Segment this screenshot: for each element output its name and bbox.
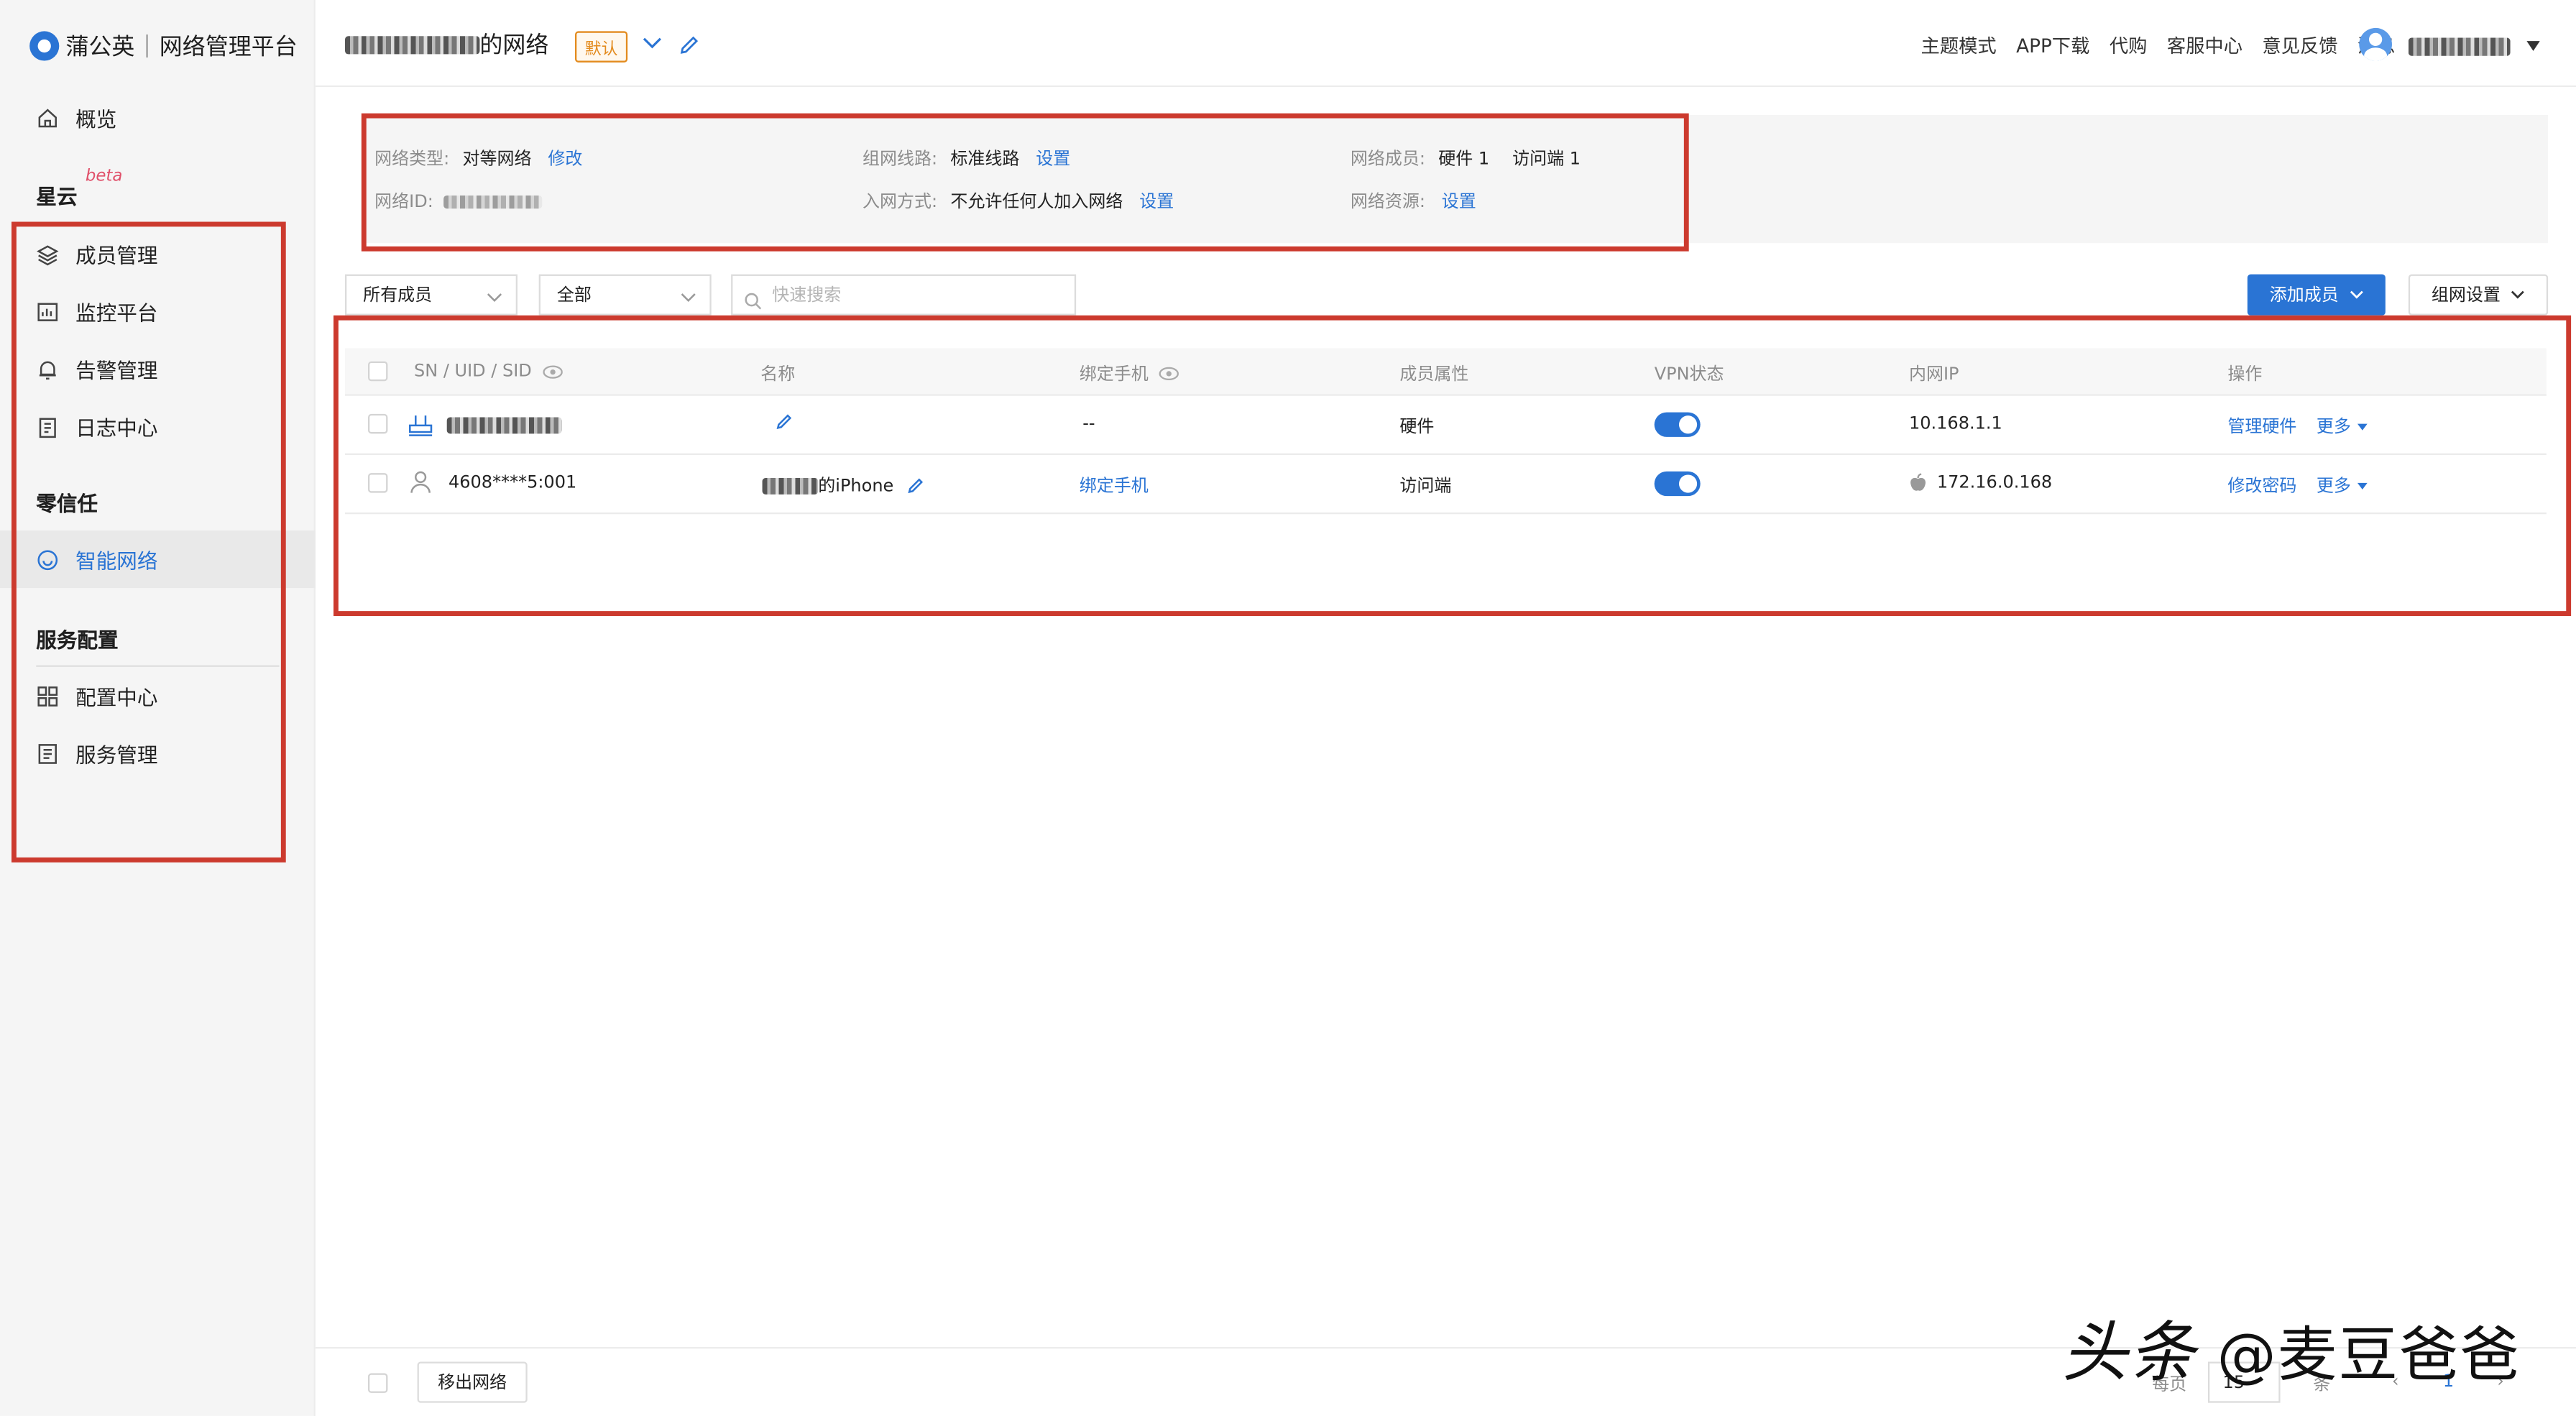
chevron-down-icon — [487, 289, 503, 308]
logo-name: 蒲公英 — [65, 34, 135, 61]
network-title-suffix: 的网络 — [479, 32, 549, 60]
link-purchase[interactable]: 代购 — [2110, 33, 2148, 60]
footer-select-all-checkbox[interactable] — [367, 1373, 388, 1393]
home-icon — [36, 106, 59, 129]
chevron-down-icon — [2349, 290, 2363, 299]
info-highlight-box — [361, 113, 1689, 252]
link-theme-mode[interactable]: 主题模式 — [1921, 33, 1997, 60]
beta-badge: beta — [85, 167, 123, 186]
section-heading-star: 星云 — [36, 183, 78, 209]
select-value: 全部 — [556, 285, 592, 306]
edit-icon[interactable] — [678, 31, 700, 62]
logo-subtitle: 网络管理平台 — [159, 34, 298, 61]
search-input[interactable] — [731, 274, 1077, 316]
search-icon — [744, 286, 762, 317]
watermark-handle: @麦豆爸爸 — [2217, 1322, 2521, 1390]
button-label: 组网设置 — [2431, 285, 2501, 306]
redacted-username[interactable] — [2408, 37, 2511, 56]
network-title: 的网络 — [344, 28, 549, 61]
app-logo[interactable]: 蒲公英 网络管理平台 — [29, 28, 298, 64]
chevron-down-icon[interactable] — [640, 29, 663, 60]
button-label: 移出网络 — [438, 1373, 507, 1393]
sidebar-item-overview[interactable]: 概览 — [0, 88, 316, 146]
remove-from-network-button[interactable]: 移出网络 — [417, 1361, 528, 1403]
avatar[interactable] — [2359, 27, 2392, 61]
top-bar: 的网络 默认 主题模式 APP下载 代购 客服中心 意见反馈 消息 — [315, 0, 2576, 88]
default-badge: 默认 — [574, 31, 628, 63]
select-value: 所有成员 — [363, 285, 433, 306]
link-app-download[interactable]: APP下载 — [2016, 33, 2089, 60]
member-filter-select[interactable]: 所有成员 — [344, 274, 518, 316]
link-support[interactable]: 客服中心 — [2167, 33, 2242, 60]
redacted-network-name — [344, 35, 480, 54]
sidebar-highlight-box — [11, 221, 286, 863]
dandelion-logo-icon — [29, 31, 60, 61]
chevron-down-icon — [680, 289, 696, 308]
status-filter-select[interactable]: 全部 — [538, 274, 712, 316]
link-feedback[interactable]: 意见反馈 — [2262, 33, 2337, 60]
logo-divider — [146, 34, 148, 58]
table-highlight-box — [333, 315, 2572, 616]
top-links: 主题模式 APP下载 代购 客服中心 意见反馈 消息 — [1921, 33, 2396, 60]
network-settings-button[interactable]: 组网设置 — [2408, 274, 2549, 316]
add-member-button[interactable]: 添加成员 — [2247, 274, 2386, 316]
watermark-brand: 头条 — [2061, 1315, 2196, 1392]
sidebar-item-label: 概览 — [75, 106, 117, 132]
app-window: 蒲公英 网络管理平台 概览 星云 beta 成员管理 监控平台 告警管理 日志中… — [0, 0, 2576, 1416]
watermark: 头条 @麦豆爸爸 — [2062, 1300, 2521, 1395]
caret-down-icon[interactable] — [2526, 41, 2540, 51]
chevron-down-icon — [2511, 290, 2524, 299]
button-label: 添加成员 — [2269, 285, 2339, 306]
